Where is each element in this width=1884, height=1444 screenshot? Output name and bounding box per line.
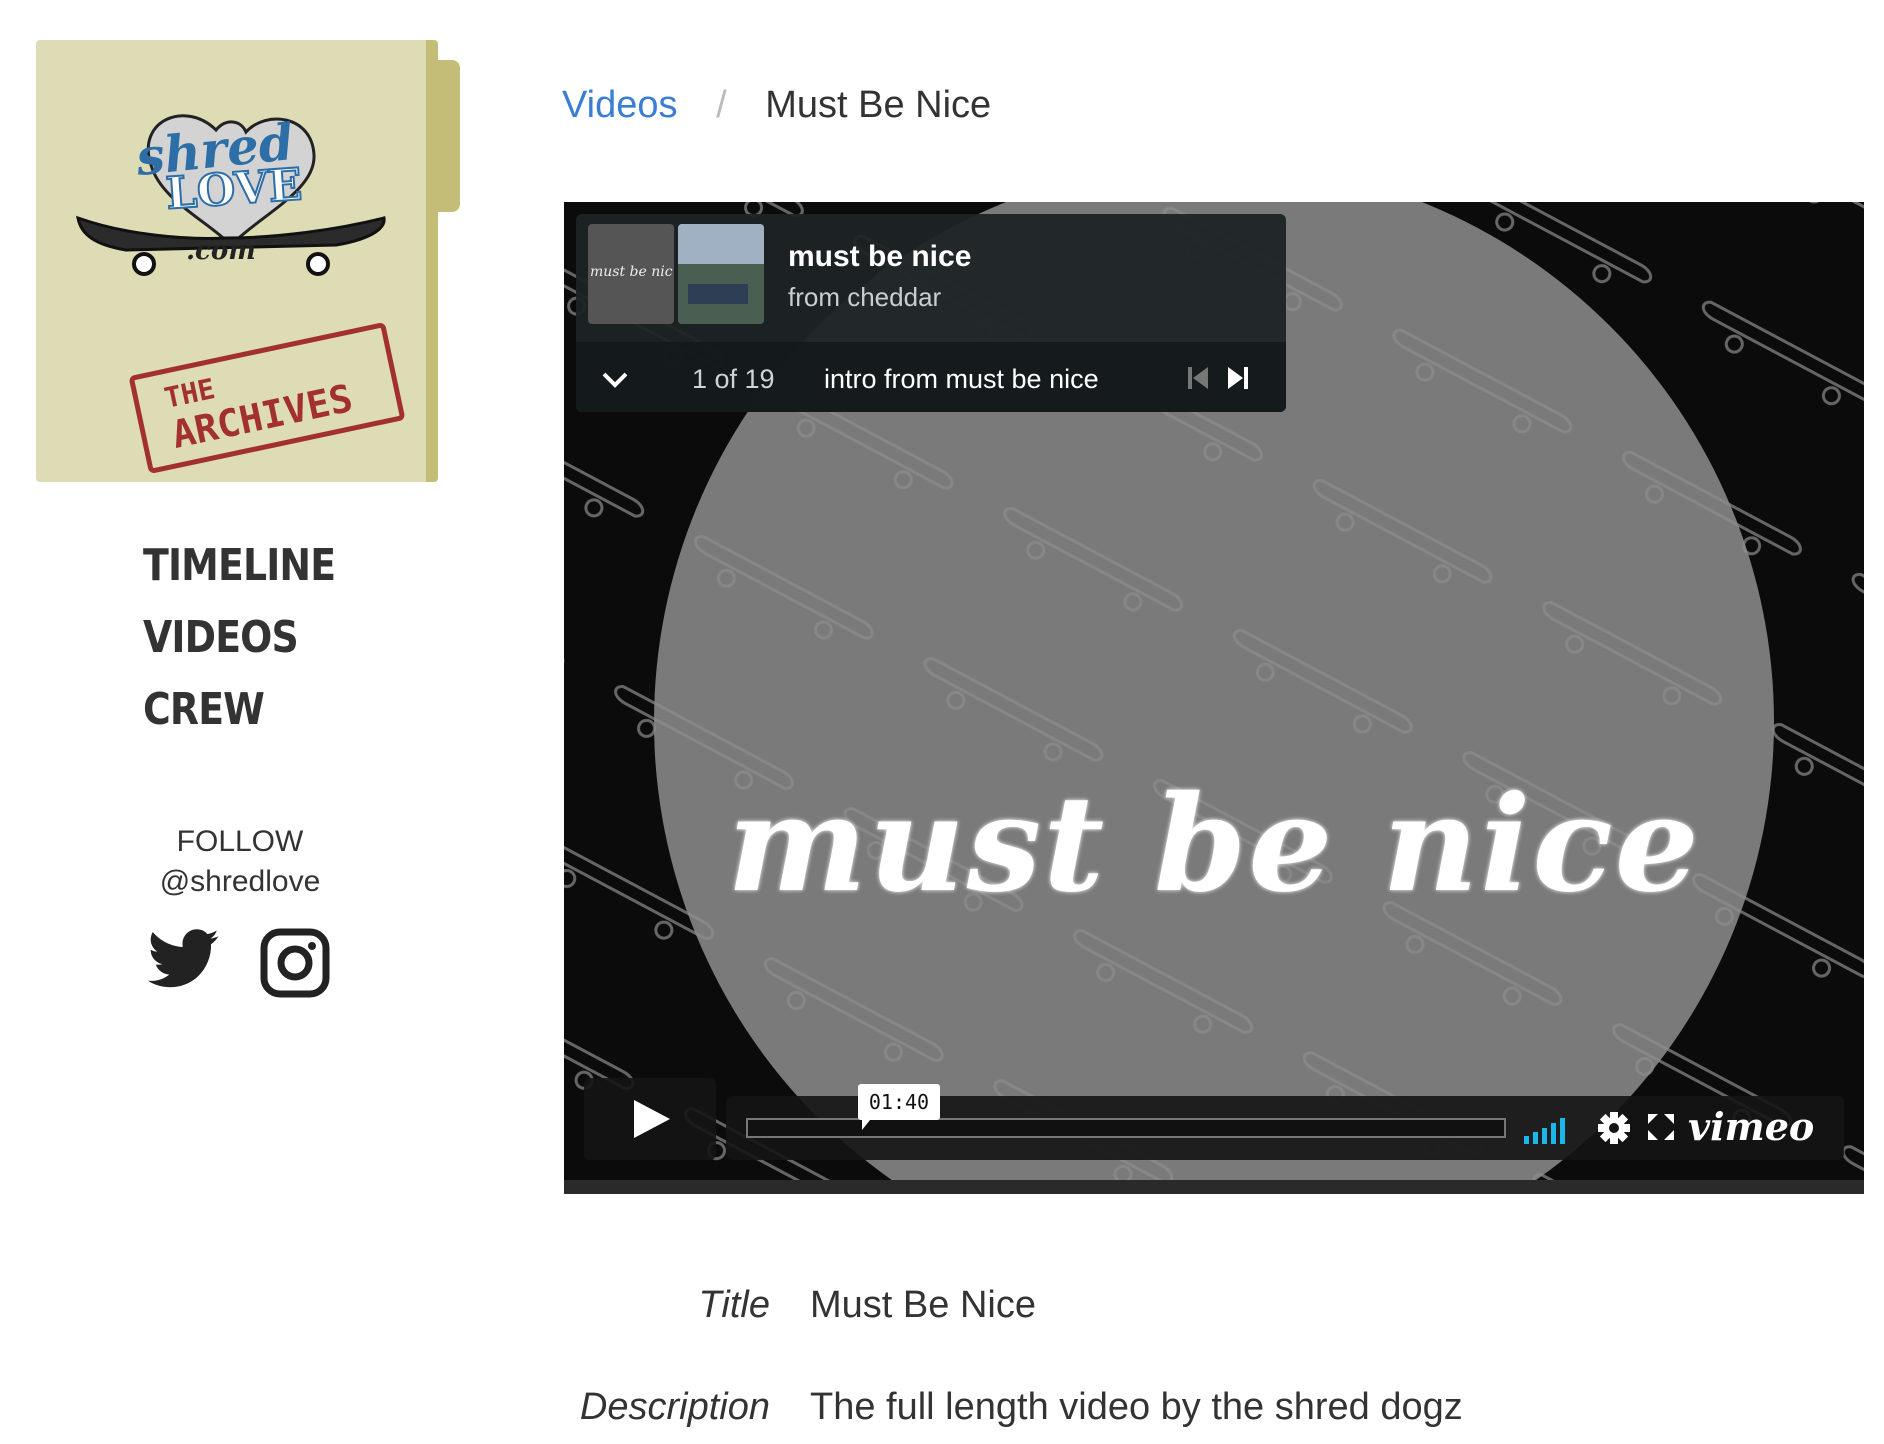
- site-logo[interactable]: shred LOVE .com THE ARCHIVES: [36, 40, 438, 482]
- playlist-clip-title: intro from must be nice: [824, 364, 1099, 394]
- breadcrumb-separator: /: [716, 84, 727, 126]
- thumbnail-title-card[interactable]: must be nic: [588, 224, 674, 324]
- follow-handle: @shredlove: [159, 865, 321, 898]
- breadcrumb: Videos / Must Be Nice: [562, 84, 991, 127]
- title-value: Must Be Nice: [810, 1284, 1036, 1326]
- playlist-video-title[interactable]: must be nice: [788, 240, 971, 274]
- nav-crew[interactable]: CREW: [143, 674, 335, 746]
- thumbnail-skate-clip[interactable]: [678, 224, 764, 324]
- logo-word-love: LOVE: [163, 158, 304, 220]
- fullscreen-icon[interactable]: [1646, 1112, 1676, 1142]
- chevron-down-icon[interactable]: [600, 364, 630, 394]
- progress-bar[interactable]: [746, 1118, 1506, 1138]
- breadcrumb-current: Must Be Nice: [765, 84, 992, 126]
- vimeo-logo[interactable]: vimeo: [1688, 1104, 1814, 1149]
- description-label: Description: [579, 1386, 770, 1428]
- follow-block: FOLLOW @shredlove: [120, 822, 360, 902]
- playlist-info[interactable]: must be nic must be nice from cheddar 1 …: [576, 214, 1286, 412]
- logo-word-com: .com: [186, 236, 256, 266]
- volume-icon[interactable]: [1524, 1114, 1574, 1144]
- playlist-position: 1 of 19: [692, 364, 775, 394]
- time-display: 01:40: [858, 1084, 940, 1130]
- playlist-bar: 1 of 19 intro from must be nice: [576, 342, 1286, 412]
- video-overlay-title: must be nice: [727, 767, 1701, 922]
- next-icon[interactable]: [1226, 364, 1250, 392]
- thumbnail-title-text: must be nic: [590, 264, 673, 280]
- title-label: Title: [698, 1284, 770, 1326]
- play-button[interactable]: [584, 1078, 716, 1160]
- description-value: The full length video by the shred dogz: [810, 1386, 1463, 1428]
- play-icon: [634, 1100, 670, 1138]
- nav-videos[interactable]: VIDEOS: [143, 602, 335, 674]
- previous-icon[interactable]: [1186, 364, 1210, 392]
- nav-timeline[interactable]: TIMELINE: [143, 530, 336, 602]
- playlist-video-subtitle[interactable]: from cheddar: [788, 282, 941, 313]
- settings-gear-icon[interactable]: [1596, 1110, 1632, 1146]
- player-bottom-strip: [564, 1180, 1864, 1194]
- instagram-icon[interactable]: [260, 928, 330, 1003]
- control-bar: 01:40 vimeo: [726, 1084, 1844, 1160]
- player-controls: 01:40 vimeo: [584, 1078, 1844, 1160]
- twitter-icon[interactable]: [147, 928, 220, 995]
- follow-label: FOLLOW: [176, 825, 304, 858]
- video-player[interactable]: must be nice must be nic must be nice fr…: [564, 202, 1864, 1194]
- main-nav: TIMELINE VIDEOS CREW: [143, 530, 367, 746]
- breadcrumb-videos-link[interactable]: Videos: [562, 84, 678, 126]
